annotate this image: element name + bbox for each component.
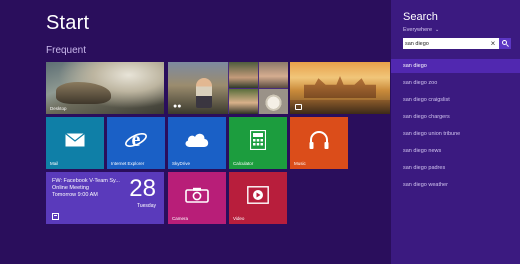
photo-thumbnail (229, 62, 258, 88)
calendar-event-time: Tomorrow 9:00 AM (52, 192, 98, 198)
calendar-event-location: Online Meeting (52, 185, 89, 191)
tile-mail-label: Mail (50, 161, 59, 166)
internet-explorer-icon: e (125, 129, 147, 151)
tile-internet-explorer[interactable]: e Internet Explorer (107, 117, 165, 169)
search-icon (502, 40, 507, 45)
search-suggestion[interactable]: san diego news (391, 144, 520, 158)
svg-text:e: e (132, 129, 141, 151)
tile-mail[interactable]: Mail (46, 117, 104, 169)
group-label-frequent: Frequent (46, 45, 87, 56)
tile-music[interactable]: Music (290, 117, 348, 169)
tile-calculator[interactable]: Calculator (229, 117, 287, 169)
tile-video[interactable]: Video (229, 172, 287, 224)
search-button[interactable] (499, 38, 511, 49)
search-input[interactable] (405, 39, 487, 48)
tile-desktop-label: Desktop (50, 106, 67, 111)
search-suggestion[interactable]: san diego weather (391, 178, 520, 192)
tile-music-label: Music (294, 161, 306, 166)
desktop-background-image (56, 82, 111, 104)
photo-thumbnail (229, 89, 258, 114)
tile-video-label: Video (233, 216, 245, 221)
calculator-icon (250, 129, 266, 150)
tile-camera-label: Camera (172, 216, 189, 221)
chevron-down-icon: ⌄ (435, 27, 440, 33)
tile-desktop[interactable]: Desktop (46, 62, 164, 114)
tile-photos[interactable]: ●● (168, 62, 288, 114)
search-scope-dropdown[interactable]: Everywhere ⌄ (403, 27, 439, 33)
tile-skydrive[interactable]: SkyDrive (168, 117, 226, 169)
parliament-building-image (304, 76, 376, 98)
search-suggestion[interactable]: san diego (391, 59, 520, 73)
play-icon (247, 185, 269, 204)
tile-travel[interactable] (290, 62, 390, 114)
tile-ie-label: Internet Explorer (111, 161, 145, 166)
search-box: × (403, 38, 511, 49)
headphones-icon (309, 130, 329, 149)
travel-icon (295, 104, 302, 110)
search-suggestion[interactable]: san diego union tribune (391, 127, 520, 141)
close-icon: × (490, 39, 496, 48)
calendar-event-title: FW: Facebook V-Team Sy... (52, 178, 120, 184)
search-suggestion[interactable]: san diego zoo (391, 76, 520, 90)
camera-icon (185, 187, 209, 203)
search-scope-label: Everywhere (403, 27, 433, 33)
search-suggestion[interactable]: san diego craigslist (391, 93, 520, 107)
people-icon: ●● (173, 103, 182, 110)
start-title: Start (46, 12, 90, 34)
search-suggestion[interactable]: san diego padres (391, 161, 520, 175)
calendar-icon (52, 213, 59, 220)
cloud-icon (185, 133, 209, 147)
tile-calculator-label: Calculator (233, 161, 254, 166)
calendar-event: FW: Facebook V-Team Sy... Online Meeting… (52, 178, 120, 199)
tile-camera[interactable]: Camera (168, 172, 226, 224)
envelope-icon (65, 132, 85, 147)
tile-calendar[interactable]: FW: Facebook V-Team Sy... Online Meeting… (46, 172, 164, 224)
search-suggestion[interactable]: san diego chargers (391, 110, 520, 124)
search-pane: Search Everywhere⌄ × san diego san diego… (391, 0, 520, 264)
clear-search-button[interactable]: × (488, 38, 498, 49)
photo-thumbnail (259, 89, 288, 114)
search-title: Search (403, 11, 438, 23)
tile-skydrive-label: SkyDrive (172, 161, 191, 166)
calendar-date: 28 (129, 175, 156, 202)
photo-thumbnail (259, 62, 288, 88)
calendar-day: Tuesday (137, 203, 156, 209)
